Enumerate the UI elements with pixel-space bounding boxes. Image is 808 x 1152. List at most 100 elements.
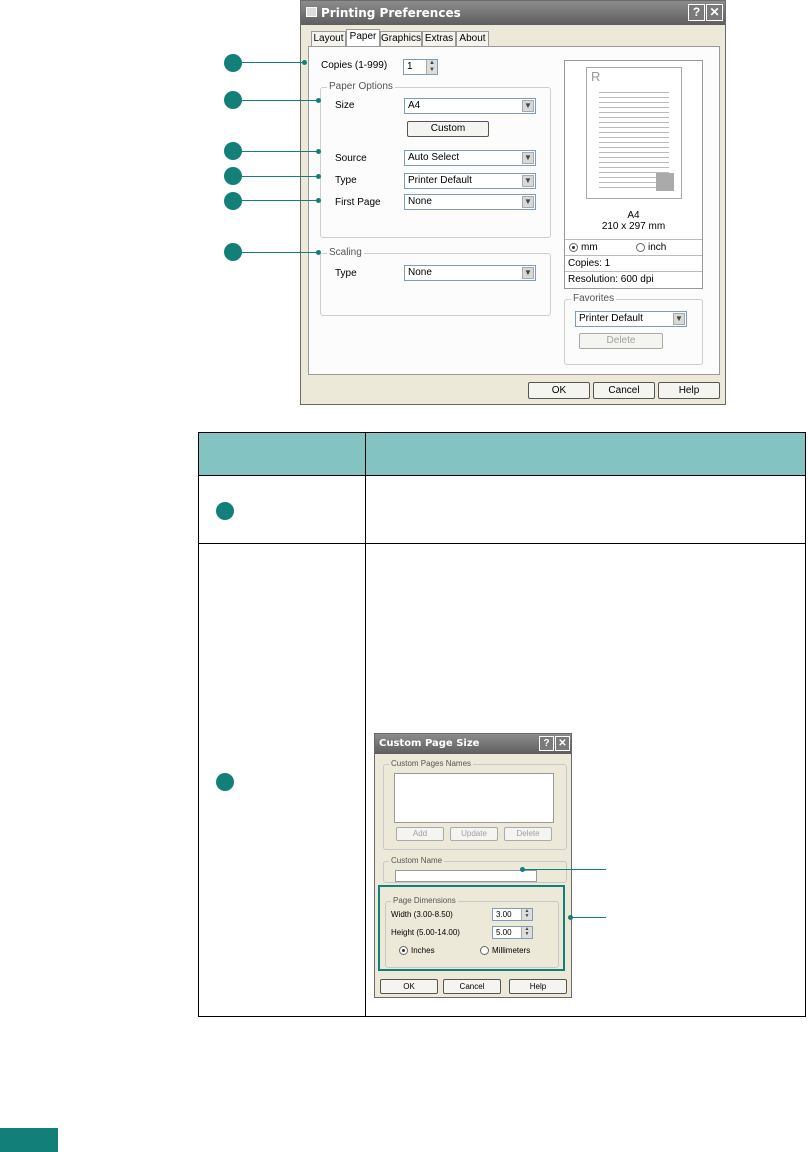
custom-ok-button[interactable]: OK: [380, 979, 438, 994]
custom-dialog-title: Custom Page Size: [379, 738, 480, 749]
custom-pages-names-group: Custom Pages Names Add Update Delete: [383, 759, 567, 850]
custom-pages-list[interactable]: [394, 773, 554, 823]
callout-end-4: [316, 174, 321, 179]
height-spinner[interactable]: 5.00 ▲ ▼: [492, 926, 533, 939]
custom-help-button[interactable]: ?: [539, 736, 554, 751]
scaling-type-value: None: [408, 267, 432, 278]
callout-line-4: [242, 176, 318, 177]
chevron-down-icon[interactable]: ▼: [522, 267, 534, 279]
height-value: 5.00: [496, 928, 512, 937]
custom-page-size-dialog: Custom Page Size ? ✕ Custom Pages Names …: [374, 733, 572, 998]
close-button[interactable]: ✕: [706, 4, 723, 21]
millimeters-radio[interactable]: [480, 946, 489, 955]
custom-dialog-title-bar: Custom Page Size ? ✕: [375, 734, 571, 754]
spin-arrows-icon[interactable]: ▲ ▼: [521, 927, 532, 938]
unit-mm-radio[interactable]: [569, 243, 578, 252]
printer-icon: [306, 7, 317, 17]
tab-extras[interactable]: Extras: [422, 31, 456, 46]
page-tab-marker: [0, 1128, 58, 1152]
millimeters-label: Millimeters: [492, 946, 531, 955]
update-button[interactable]: Update: [450, 827, 498, 841]
tab-layout[interactable]: Layout: [311, 31, 346, 46]
copies-info: Copies: 1: [568, 258, 611, 269]
add-button[interactable]: Add: [396, 827, 444, 841]
chevron-down-icon[interactable]: ▼: [522, 100, 534, 112]
tab-about[interactable]: About: [456, 31, 489, 46]
custom-name-label: Custom Name: [389, 856, 445, 865]
unit-mm-label: mm: [581, 242, 598, 253]
type-select[interactable]: Printer Default ▼: [404, 173, 536, 189]
paper-options-group: Paper Options Size A4 ▼ Custom Source Au…: [320, 81, 551, 238]
inches-label: Inches: [411, 946, 435, 955]
custom-cancel-button[interactable]: Cancel: [443, 979, 501, 994]
help-footer-button[interactable]: Help: [658, 382, 720, 399]
first-page-label: First Page: [335, 197, 381, 208]
chevron-down-icon[interactable]: ▼: [522, 196, 534, 208]
window-title: Printing Preferences: [321, 6, 461, 20]
first-page-value: None: [408, 196, 432, 207]
callout-end-6: [316, 250, 321, 255]
callout-line-1: [242, 62, 304, 63]
width-label: Width (3.00-8.50): [391, 910, 453, 919]
image-placeholder-icon: [656, 173, 674, 191]
title-bar: Printing Preferences ? ✕: [301, 1, 725, 25]
ok-button[interactable]: OK: [528, 382, 590, 399]
chevron-down-icon[interactable]: ▼: [673, 313, 685, 325]
callout-line-3: [242, 151, 318, 152]
scaling-group: Scaling Type None ▼: [320, 247, 551, 316]
inches-radio[interactable]: [399, 946, 408, 955]
chevron-down-icon[interactable]: ▼: [522, 152, 534, 164]
callout-line-5: [242, 200, 318, 201]
width-value: 3.00: [496, 910, 512, 919]
callout-end-1: [302, 60, 307, 65]
size-select[interactable]: A4 ▼: [404, 98, 536, 114]
first-page-select[interactable]: None ▼: [404, 194, 536, 210]
source-label: Source: [335, 153, 367, 164]
type-value: Printer Default: [408, 175, 472, 186]
callout-3: [224, 142, 242, 160]
delete-favorite-button[interactable]: Delete: [579, 333, 663, 349]
spin-arrows-icon[interactable]: ▲ ▼: [521, 909, 532, 920]
cancel-button[interactable]: Cancel: [593, 382, 655, 399]
custom-close-button[interactable]: ✕: [555, 736, 570, 751]
custom-help-footer-button[interactable]: Help: [509, 979, 567, 994]
favorites-group: Favorites Printer Default ▼ Delete: [564, 293, 703, 365]
row-2-callout: [216, 773, 234, 791]
callout-end-3: [316, 149, 321, 154]
scaling-label: Scaling: [327, 247, 364, 258]
unit-inch-label: inch: [648, 242, 667, 253]
callout-4: [224, 167, 242, 185]
type-label: Type: [335, 175, 357, 186]
tab-graphics[interactable]: Graphics: [380, 31, 422, 46]
unit-inch-radio[interactable]: [636, 243, 645, 252]
delete-button[interactable]: Delete: [504, 827, 552, 841]
copies-spinner[interactable]: 1 ▲ ▼: [403, 59, 438, 75]
custom-button[interactable]: Custom: [407, 121, 489, 137]
source-select[interactable]: Auto Select ▼: [404, 150, 536, 166]
paper-letter: R: [591, 69, 601, 84]
help-button[interactable]: ?: [688, 4, 705, 21]
row-1-callout: [216, 502, 234, 520]
paper-dimensions: 210 x 297 mm: [601, 221, 666, 232]
column-divider: [365, 433, 366, 1016]
callout-1: [224, 54, 242, 72]
tab-paper[interactable]: Paper: [346, 29, 380, 47]
source-value: Auto Select: [408, 152, 460, 163]
chevron-down-icon[interactable]: ▼: [522, 175, 534, 187]
resolution-info: Resolution: 600 dpi: [568, 274, 654, 285]
width-spinner[interactable]: 3.00 ▲ ▼: [492, 908, 533, 921]
copies-label: Copies (1-999): [321, 60, 388, 71]
callout-2: [224, 91, 242, 109]
page-dimensions-group: Page Dimensions Width (3.00-8.50) 3.00 ▲…: [385, 896, 559, 968]
favorites-value: Printer Default: [579, 313, 643, 324]
custom-name-callout-line: [523, 869, 606, 870]
callout-end-5: [316, 198, 321, 203]
spin-arrows-icon[interactable]: ▲ ▼: [426, 60, 437, 74]
page-dimensions-label: Page Dimensions: [391, 896, 458, 905]
callout-line-2: [242, 100, 318, 101]
size-value: A4: [408, 100, 421, 111]
scaling-type-select[interactable]: None ▼: [404, 265, 536, 281]
paper-options-label: Paper Options: [327, 81, 395, 92]
custom-name-input[interactable]: [395, 870, 537, 882]
favorites-select[interactable]: Printer Default ▼: [575, 311, 687, 327]
